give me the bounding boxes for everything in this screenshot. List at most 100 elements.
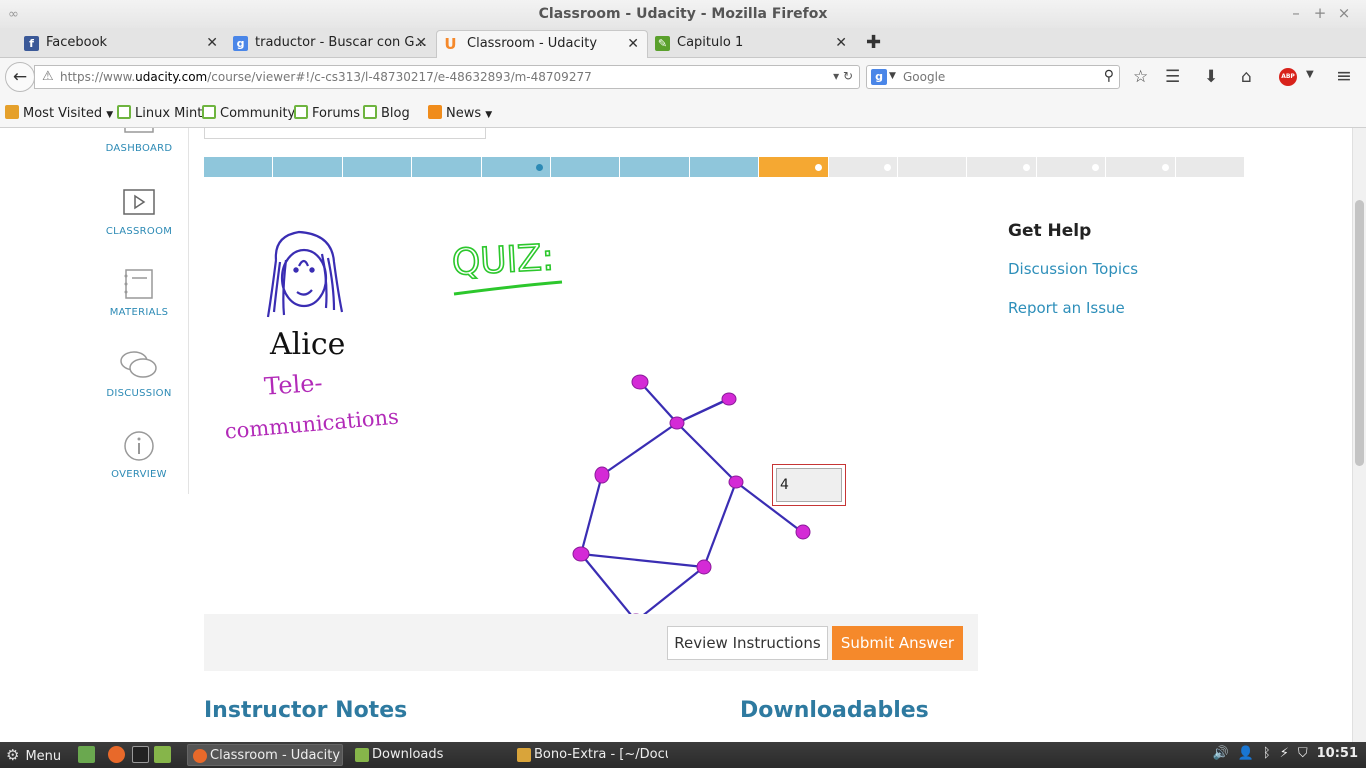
start-menu-button[interactable]: ⚙ Menu bbox=[6, 746, 61, 764]
task-label: Classroom - Udacity -... bbox=[210, 748, 342, 763]
progress-segment[interactable] bbox=[828, 157, 897, 177]
document-icon: ✎ bbox=[655, 36, 670, 51]
adblock-icon[interactable]: ABP bbox=[1279, 68, 1297, 86]
progress-segment[interactable] bbox=[689, 157, 759, 177]
tab-google-search[interactable]: g traductor - Buscar con G... ✕ bbox=[231, 30, 435, 58]
downloads-icon[interactable]: ⬇ bbox=[1204, 67, 1218, 87]
bluetooth-icon[interactable]: ᛒ bbox=[1263, 746, 1271, 761]
progress-segment[interactable] bbox=[1175, 157, 1244, 177]
sidebar-item-classroom[interactable]: CLASSROOM bbox=[88, 187, 190, 237]
url-domain: udacity.com bbox=[135, 70, 208, 84]
tab-facebook[interactable]: f Facebook ✕ bbox=[22, 30, 226, 58]
engine-dropdown-icon[interactable]: ▼ bbox=[889, 71, 896, 81]
back-button[interactable]: ← bbox=[5, 62, 35, 92]
discussion-topics-link[interactable]: Discussion Topics bbox=[1008, 260, 1138, 278]
new-tab-icon[interactable]: ✚ bbox=[866, 32, 881, 53]
progress-segment[interactable] bbox=[204, 157, 273, 177]
facebook-icon: f bbox=[24, 36, 39, 51]
clock[interactable]: 10:51 bbox=[1317, 746, 1358, 761]
url-text[interactable]: https://www.udacity.com/course/viewer#!/… bbox=[60, 70, 592, 84]
close-tab-icon[interactable]: ✕ bbox=[835, 35, 847, 51]
progress-segment[interactable] bbox=[481, 157, 550, 177]
files-launcher-icon[interactable] bbox=[154, 746, 171, 763]
hamburger-menu-icon[interactable]: ≡ bbox=[1336, 65, 1352, 87]
search-bar[interactable]: g ▼ ⚲ bbox=[866, 65, 1120, 89]
page-scrollbar[interactable] bbox=[1352, 128, 1366, 742]
quiz-marker-dot bbox=[1092, 164, 1100, 171]
progress-segment[interactable] bbox=[898, 157, 967, 177]
bookmark-forums[interactable]: Forums bbox=[294, 105, 360, 121]
search-input[interactable] bbox=[903, 69, 1093, 85]
bookmark-most-visited[interactable]: Most Visited ▼ bbox=[5, 105, 113, 121]
search-box-partial[interactable] bbox=[204, 128, 486, 139]
bookmark-news[interactable]: News ▼ bbox=[428, 105, 492, 121]
close-tab-icon[interactable]: ✕ bbox=[627, 36, 639, 52]
progress-segment[interactable] bbox=[620, 157, 689, 177]
tab-capitulo-1[interactable]: ✎ Capitulo 1 ✕ bbox=[653, 30, 855, 58]
folder-icon bbox=[355, 748, 369, 762]
back-arrow-icon: ← bbox=[12, 67, 28, 87]
firefox-launcher-icon[interactable] bbox=[108, 746, 125, 763]
get-help-heading: Get Help bbox=[1008, 221, 1092, 241]
chevron-down-icon: ▼ bbox=[485, 110, 493, 120]
scrollbar-thumb[interactable] bbox=[1355, 200, 1364, 466]
site-info-warning-icon[interactable]: ⚠ bbox=[42, 69, 54, 84]
bookmark-linux-mint[interactable]: Linux Mint bbox=[117, 105, 202, 121]
volume-icon[interactable]: 🔊 bbox=[1213, 746, 1229, 761]
classroom-sidebar: DASHBOARD CLASSROOM MATERIALS DISCUSSION bbox=[0, 128, 189, 494]
task-editor[interactable]: Bono-Extra - [~/Docu... bbox=[512, 744, 668, 766]
maximize-icon[interactable]: + bbox=[1308, 4, 1332, 22]
progress-segment[interactable] bbox=[1106, 157, 1175, 177]
google-engine-icon[interactable]: g bbox=[871, 69, 887, 85]
bookmark-blog[interactable]: Blog bbox=[363, 105, 410, 121]
terminal-launcher-icon[interactable] bbox=[132, 746, 149, 763]
adblock-dropdown-icon[interactable]: ▼ bbox=[1306, 69, 1314, 80]
info-icon bbox=[124, 431, 154, 461]
sidebar-item-label: DASHBOARD bbox=[105, 143, 173, 154]
progress-segment[interactable] bbox=[967, 157, 1036, 177]
sidebar-item-overview[interactable]: OVERVIEW bbox=[88, 430, 190, 480]
progress-segment[interactable] bbox=[342, 157, 412, 177]
show-desktop-icon[interactable] bbox=[78, 746, 95, 763]
close-icon[interactable]: × bbox=[1332, 4, 1356, 22]
review-instructions-button[interactable]: Review Instructions bbox=[667, 626, 828, 660]
quiz-answer-box bbox=[772, 464, 846, 506]
quiz-action-bar: Review Instructions Submit Answer bbox=[204, 614, 978, 671]
sidebar-item-discussion[interactable]: DISCUSSION bbox=[88, 349, 190, 399]
sidebar-item-dashboard[interactable]: DASHBOARD bbox=[88, 128, 190, 154]
history-dropdown-icon[interactable]: ▾ bbox=[833, 69, 839, 83]
network-icon[interactable]: ⚡ bbox=[1280, 746, 1289, 761]
progress-segment[interactable] bbox=[551, 157, 620, 177]
report-issue-link[interactable]: Report an Issue bbox=[1008, 299, 1125, 317]
bookmark-community[interactable]: Community bbox=[202, 105, 295, 121]
sidebar-item-label: MATERIALS bbox=[109, 307, 169, 318]
tab-udacity-classroom[interactable]: U Classroom - Udacity ✕ bbox=[436, 30, 648, 58]
bookmark-label: Blog bbox=[381, 106, 410, 121]
shield-icon[interactable]: ⛉ bbox=[1298, 746, 1308, 761]
progress-segment[interactable] bbox=[759, 157, 828, 177]
progress-segment[interactable] bbox=[1036, 157, 1106, 177]
close-tab-icon[interactable]: ✕ bbox=[415, 35, 427, 51]
reading-list-icon[interactable]: ☰ bbox=[1165, 67, 1180, 87]
desktop-taskbar: ⚙ Menu Classroom - Udacity -... Downloads… bbox=[0, 742, 1366, 768]
submit-answer-button[interactable]: Submit Answer bbox=[832, 626, 963, 660]
task-firefox[interactable]: Classroom - Udacity -... bbox=[187, 744, 343, 766]
sidebar-item-materials[interactable]: MATERIALS bbox=[88, 268, 190, 318]
progress-segment[interactable] bbox=[412, 157, 481, 177]
url-bar[interactable]: ⚠ https://www.udacity.com/course/viewer#… bbox=[34, 65, 860, 89]
progress-segment[interactable] bbox=[273, 157, 342, 177]
person-role-line2-text: communications bbox=[224, 405, 400, 444]
bookmark-label: Community bbox=[220, 106, 296, 121]
sidebar-item-label: OVERVIEW bbox=[111, 469, 167, 480]
user-icon[interactable]: 👤 bbox=[1238, 746, 1254, 761]
reload-icon[interactable]: ↻ bbox=[843, 69, 853, 83]
quiz-answer-input[interactable] bbox=[776, 468, 842, 502]
folder-icon bbox=[5, 105, 19, 119]
home-icon[interactable]: ⌂ bbox=[1241, 67, 1252, 87]
bookmarks-toolbar: Most Visited ▼ Linux Mint Community Foru… bbox=[0, 96, 1366, 128]
task-downloads[interactable]: Downloads bbox=[350, 744, 506, 766]
bookmark-star-icon[interactable]: ☆ bbox=[1133, 67, 1148, 87]
minimize-icon[interactable]: – bbox=[1284, 4, 1308, 22]
close-tab-icon[interactable]: ✕ bbox=[206, 35, 218, 51]
search-icon[interactable]: ⚲ bbox=[1104, 68, 1114, 84]
